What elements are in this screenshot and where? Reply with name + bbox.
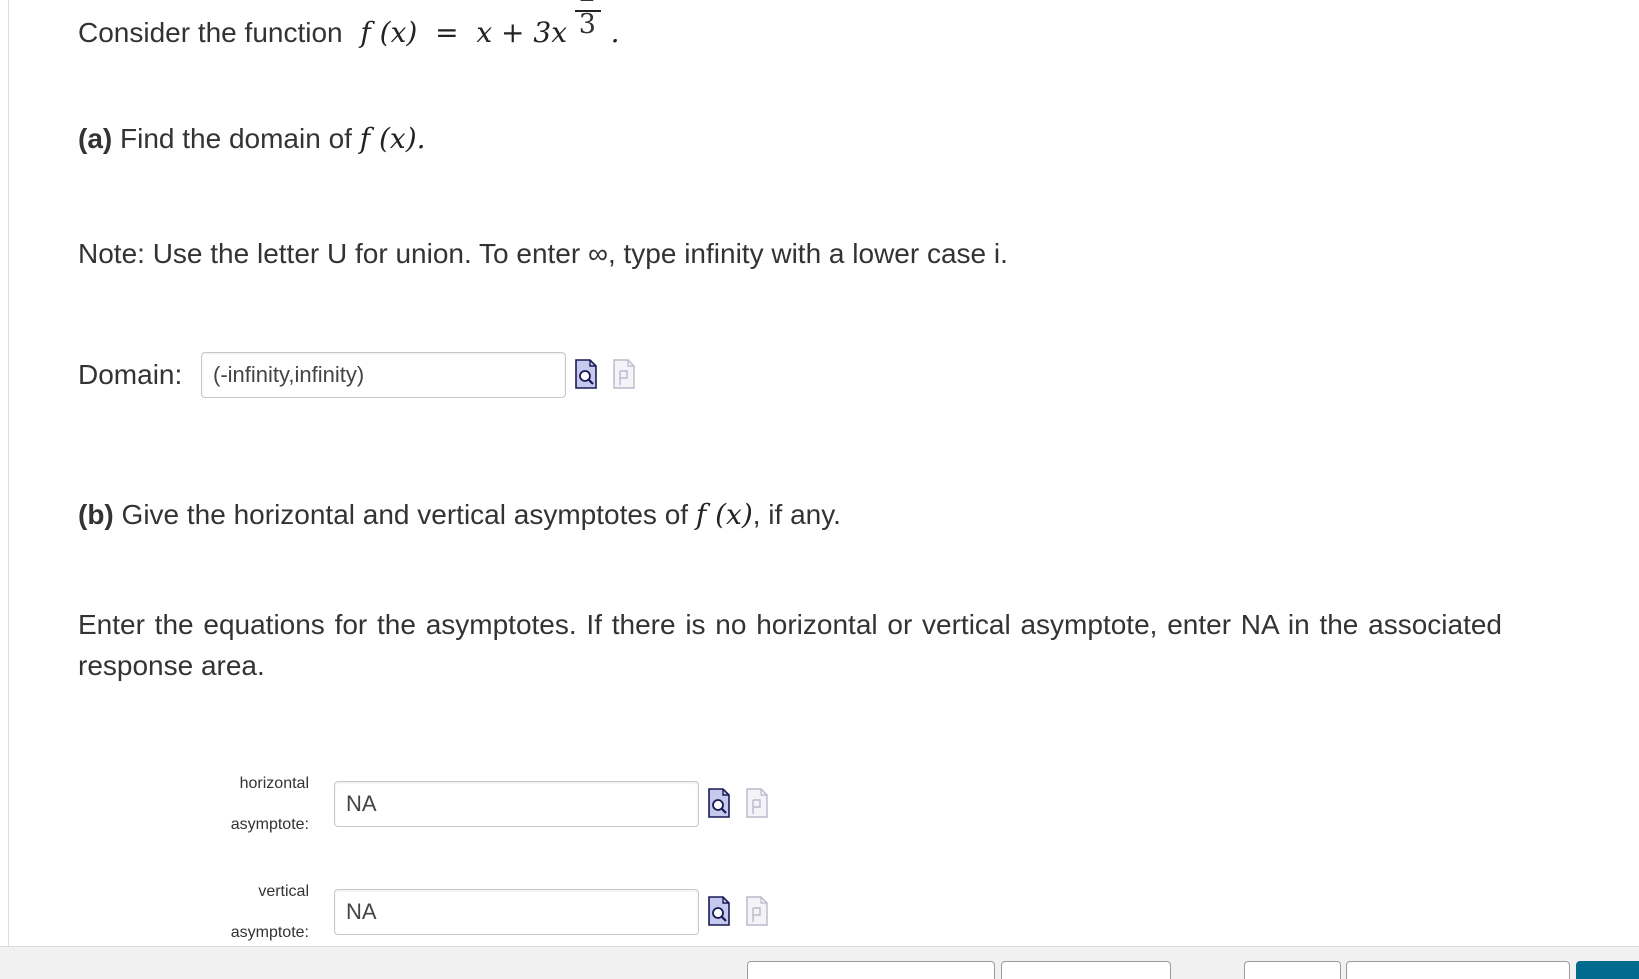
domain-label: Domain: <box>78 359 183 390</box>
vertical-asymptote-input[interactable]: NA <box>334 889 699 935</box>
exponent-denominator: 3 <box>578 9 596 40</box>
horizontal-label-line1: horizontal <box>239 775 309 792</box>
exponent-fraction: 2 3 <box>574 0 603 53</box>
part-a-text: Find the domain of <box>120 123 352 154</box>
statement-period: . <box>610 16 620 49</box>
function-statement: Consider the function f (x) = x + 3x 2 3… <box>78 0 620 53</box>
horizontal-asymptote-label: horizontal asymptote: <box>79 763 309 845</box>
preview-icon[interactable] <box>574 359 598 389</box>
intro-text: Consider the function <box>78 17 343 48</box>
preview-icon[interactable] <box>707 896 731 926</box>
equals-sign: = <box>435 16 459 49</box>
note: Note: Use the letter U for union. To ent… <box>78 233 1008 274</box>
infinity-symbol: ∞ <box>587 238 608 269</box>
part-b: (b) Give the horizontal and vertical asy… <box>78 494 841 535</box>
part-b-function: f (x) <box>695 498 753 531</box>
page: Consider the function f (x) = x + 3x 2 3… <box>0 0 1639 979</box>
toolbar-button-3[interactable] <box>1244 961 1341 979</box>
vertical-asymptote-label: vertical asymptote: <box>79 871 309 953</box>
horizontal-label-line2: asymptote: <box>230 816 309 833</box>
part-b-label: (b) <box>78 499 114 530</box>
part-b-end: , if any. <box>752 499 841 530</box>
note-text-before: Note: Use the letter U for union. To ent… <box>78 238 581 269</box>
preview-icon[interactable] <box>707 788 731 818</box>
equation-editor-icon[interactable] <box>745 896 769 926</box>
domain-input[interactable]: (-infinity,infinity) <box>201 352 566 398</box>
function-lhs: f (x) <box>360 16 418 49</box>
left-divider <box>8 0 9 946</box>
vertical-label-line1: vertical <box>258 883 309 900</box>
toolbar-button-1[interactable] <box>747 961 995 979</box>
part-b-text: Give the horizontal and vertical asympto… <box>121 499 689 530</box>
function-rhs: x + 3x <box>476 16 567 49</box>
toolbar-button-2[interactable] <box>1001 961 1171 979</box>
toolbar-button-4[interactable] <box>1346 961 1570 979</box>
note-text-after: , type infinity with a lower case i. <box>607 238 1008 269</box>
instructions: Enter the equations for the asymptotes. … <box>78 609 1502 681</box>
bottom-toolbar <box>0 946 1639 979</box>
equation-editor-icon[interactable] <box>612 359 636 389</box>
equation-editor-icon[interactable] <box>745 788 769 818</box>
part-a: (a) Find the domain of f (x). <box>78 118 426 159</box>
exponent-numerator: 2 <box>579 0 596 8</box>
part-a-label: (a) <box>78 123 113 154</box>
part-a-function: f (x) <box>359 122 417 155</box>
part-a-period: . <box>416 122 426 155</box>
horizontal-asymptote-input[interactable]: NA <box>334 781 699 827</box>
toolbar-primary-button[interactable] <box>1576 961 1639 979</box>
